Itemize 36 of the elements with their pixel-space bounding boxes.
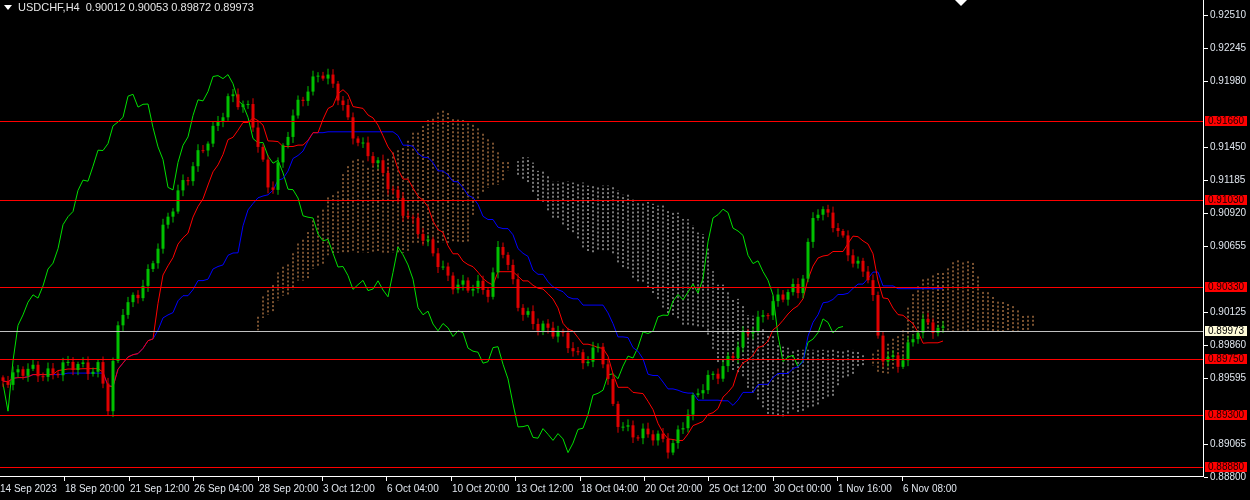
price-tick-label: 0.89860 bbox=[1210, 340, 1247, 350]
time-tick-label: 1 Nov 16:00 bbox=[838, 483, 892, 494]
price-level-label: 0.89300 bbox=[1205, 409, 1248, 420]
price-tick-label: 0.90655 bbox=[1210, 241, 1247, 251]
symbol-label: USDCHF,H4 bbox=[18, 1, 80, 13]
time-tick-label: 6 Oct 04:00 bbox=[387, 483, 439, 494]
time-tick-label: 13 Oct 12:00 bbox=[516, 483, 574, 494]
time-tick-label: 10 Oct 20:00 bbox=[452, 483, 510, 494]
price-level-label: 0.90330 bbox=[1205, 281, 1248, 292]
time-tick-label: 26 Sep 04:00 bbox=[194, 483, 254, 494]
time-tick-label: 21 Sep 12:00 bbox=[130, 483, 190, 494]
time-tick-label: 18 Sep 20:00 bbox=[65, 483, 125, 494]
time-tick-label: 25 Oct 12:00 bbox=[709, 483, 767, 494]
price-tick-label: 0.92510 bbox=[1210, 10, 1247, 20]
price-tick-label: 0.91450 bbox=[1210, 142, 1247, 152]
price-tick-label: 0.92245 bbox=[1210, 43, 1247, 53]
price-tick-label: 0.89065 bbox=[1210, 439, 1247, 449]
price-level-label: 0.91660 bbox=[1205, 116, 1248, 126]
price-tick-label: 0.90125 bbox=[1210, 307, 1247, 317]
time-tick-label: 28 Sep 20:00 bbox=[259, 483, 319, 494]
time-tick-label: 18 Oct 04:00 bbox=[581, 483, 639, 494]
time-tick-label: 6 Nov 08:00 bbox=[903, 483, 957, 494]
time-tick-label: 30 Oct 00:00 bbox=[774, 483, 832, 494]
price-tick-label: 0.91980 bbox=[1210, 76, 1247, 86]
time-tick-label: 20 Oct 20:00 bbox=[645, 483, 703, 494]
price-tick-label: 0.88800 bbox=[1210, 472, 1247, 482]
price-level-label: 0.88880 bbox=[1205, 462, 1248, 472]
time-tick-label: 14 Sep 2023 bbox=[0, 483, 57, 494]
price-tick-label: 0.90920 bbox=[1210, 208, 1247, 218]
time-tick-label: 3 Oct 12:00 bbox=[323, 483, 375, 494]
current-price-label: 0.89973 bbox=[1205, 326, 1248, 336]
price-level-label: 0.89750 bbox=[1205, 353, 1248, 364]
price-tick-label: 0.91185 bbox=[1210, 175, 1246, 185]
price-tick-label: 0.89595 bbox=[1210, 373, 1247, 383]
price-level-label: 0.91030 bbox=[1205, 194, 1248, 205]
ohlc-values: 0.90012 0.90053 0.89872 0.89973 bbox=[85, 1, 254, 13]
